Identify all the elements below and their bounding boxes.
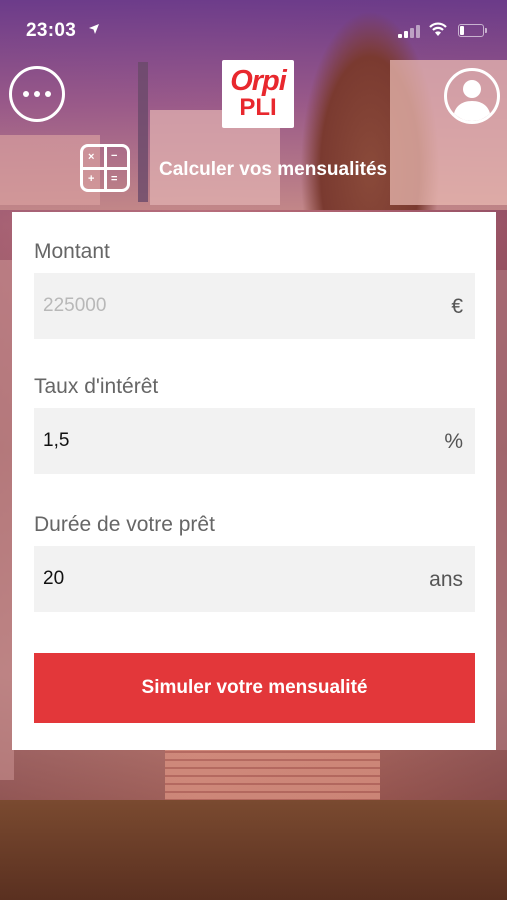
more-dots-icon-dot (45, 91, 51, 97)
background-foliage (0, 800, 507, 900)
rate-label: Taux d'intérêt (34, 375, 159, 398)
rate-input[interactable] (34, 408, 414, 474)
status-bar: 23:03 (0, 0, 507, 60)
calculator-icon: × − + = (80, 144, 130, 192)
calculator-icon-minus: − (111, 150, 118, 162)
loan-calculator-card: Montant € Taux d'intérêt % Durée de votr… (12, 212, 496, 750)
duration-input[interactable] (34, 546, 414, 612)
rate-unit: % (444, 430, 463, 453)
wifi-icon (428, 21, 448, 39)
calculator-icon-times: × (88, 151, 95, 163)
more-dots-icon (23, 91, 29, 97)
background-tower (138, 62, 148, 202)
user-silhouette-icon (453, 80, 491, 121)
simulate-button[interactable]: Simuler votre mensualité (34, 653, 475, 723)
background-right-strip (495, 270, 507, 750)
logo-brand-text: Orpi (230, 65, 287, 97)
more-dots-icon-dot (34, 91, 40, 97)
status-time: 23:03 (26, 20, 77, 41)
calculator-icon-divider-h (83, 167, 127, 170)
amount-input[interactable] (34, 273, 414, 339)
brand-logo: Orpi PLI (222, 60, 294, 128)
profile-button[interactable] (444, 68, 500, 124)
duration-unit: ans (429, 568, 463, 591)
amount-field[interactable]: € (34, 273, 475, 339)
battery-icon (458, 24, 487, 37)
battery-fill (460, 26, 464, 35)
amount-label: Montant (34, 240, 110, 263)
duration-field[interactable]: ans (34, 546, 475, 612)
section-title: Calculer vos mensualités (159, 159, 388, 180)
rate-field[interactable]: % (34, 408, 475, 474)
cellular-signal-icon (398, 24, 420, 38)
location-arrow-icon (88, 23, 100, 38)
duration-label: Durée de votre prêt (34, 513, 215, 536)
logo-sub-text: PLI (239, 94, 277, 121)
calculator-icon-equals: = (111, 173, 118, 185)
calculator-icon-plus: + (88, 173, 95, 185)
amount-unit: € (451, 295, 463, 318)
menu-button[interactable] (9, 66, 65, 122)
